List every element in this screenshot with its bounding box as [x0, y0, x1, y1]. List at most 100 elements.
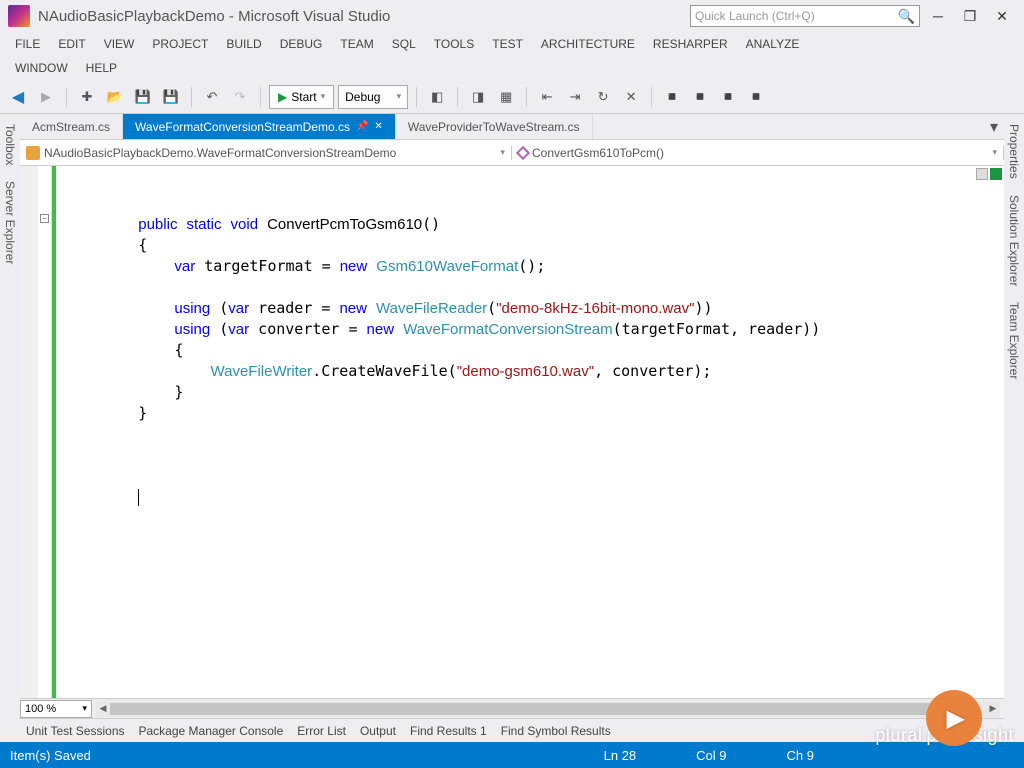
solution-explorer-tab[interactable]: Solution Explorer: [1005, 189, 1023, 292]
config-dropdown[interactable]: Debug ▾: [338, 85, 408, 109]
menu-tools[interactable]: TOOLS: [425, 35, 483, 53]
status-message: Item(s) Saved: [10, 748, 91, 763]
zoom-value: 100 %: [25, 703, 56, 715]
text-cursor: [138, 489, 139, 506]
properties-tab[interactable]: Properties: [1005, 118, 1023, 185]
error-list-tab[interactable]: Error List: [297, 724, 346, 738]
find-results-tab[interactable]: Find Results 1: [410, 724, 487, 738]
code-area[interactable]: public static void ConvertPcmToGsm610() …: [56, 166, 1004, 698]
separator: [651, 87, 652, 107]
menu-file[interactable]: FILE: [6, 35, 49, 53]
output-tab[interactable]: Output: [360, 724, 396, 738]
scope-dropdown[interactable]: NAudioBasicPlaybackDemo.WaveFormatConver…: [20, 146, 512, 160]
pin-icon[interactable]: 📌: [356, 121, 368, 132]
menu-sql[interactable]: SQL: [383, 35, 425, 53]
server-explorer-tab[interactable]: Server Explorer: [1, 175, 19, 270]
chevron-down-icon: ▾: [321, 91, 326, 102]
status-ch: Ch 9: [787, 748, 814, 763]
chevron-down-icon: ▾: [82, 703, 87, 714]
close-button[interactable]: ✕: [988, 5, 1016, 27]
menu-window[interactable]: WINDOW: [6, 59, 77, 77]
bookmark-icon[interactable]: ◾: [660, 85, 684, 109]
start-label: Start: [291, 90, 316, 104]
toolbox-tab[interactable]: Toolbox: [1, 118, 19, 171]
status-line: Ln 28: [604, 748, 637, 763]
separator: [457, 87, 458, 107]
vs-logo-icon: [8, 5, 30, 27]
left-side-tabs: Toolbox Server Explorer: [0, 114, 20, 742]
menu-edit[interactable]: EDIT: [49, 35, 94, 53]
zoom-dropdown[interactable]: 100 % ▾: [20, 700, 92, 718]
menu-view[interactable]: VIEW: [95, 35, 144, 53]
menu-test[interactable]: TEST: [483, 35, 532, 53]
tab-overflow-button[interactable]: ▾: [984, 114, 1004, 139]
health-indicator[interactable]: [990, 168, 1002, 180]
tab-waveformatconversion[interactable]: WaveFormatConversionStreamDemo.cs 📌 ✕: [123, 114, 396, 139]
collapse-toggle[interactable]: −: [40, 214, 49, 223]
menu-team[interactable]: TEAM: [331, 35, 382, 53]
tab-acmstream[interactable]: AcmStream.cs: [20, 114, 123, 139]
package-manager-tab[interactable]: Package Manager Console: [139, 724, 284, 738]
code-editor[interactable]: − public static void ConvertPcmToGsm610(…: [20, 166, 1004, 698]
horizontal-scrollbar[interactable]: ◀ ▶: [96, 701, 1000, 717]
member-dropdown[interactable]: ConvertGsm610ToPcm() ▾: [512, 146, 1004, 160]
menu-architecture[interactable]: ARCHITECTURE: [532, 35, 644, 53]
outline-margin[interactable]: −: [38, 166, 52, 698]
find-symbol-tab[interactable]: Find Symbol Results: [501, 724, 611, 738]
close-icon[interactable]: ✕: [374, 121, 382, 132]
split-handle[interactable]: [976, 168, 988, 180]
restore-button[interactable]: ❐: [956, 5, 984, 27]
status-bar: Item(s) Saved Ln 28 Col 9 Ch 9: [0, 742, 1024, 768]
method-icon: [516, 145, 530, 159]
chevron-down-icon: ▾: [397, 91, 402, 102]
comment-icon[interactable]: ⇤: [535, 85, 559, 109]
save-all-icon[interactable]: 💾: [159, 85, 183, 109]
nav-back-button[interactable]: ◀: [6, 85, 30, 109]
scroll-thumb[interactable]: [110, 703, 930, 715]
tab-label: AcmStream.cs: [32, 120, 110, 134]
uncomment-icon[interactable]: ⇥: [563, 85, 587, 109]
tool-icon[interactable]: ▦: [494, 85, 518, 109]
tab-waveprovider[interactable]: WaveProviderToWaveStream.cs: [396, 114, 593, 139]
undo-icon[interactable]: ↶: [200, 85, 224, 109]
tool-icon[interactable]: ◾: [716, 85, 740, 109]
scope-text: NAudioBasicPlaybackDemo.WaveFormatConver…: [44, 146, 496, 160]
unit-test-tab[interactable]: Unit Test Sessions: [26, 724, 125, 738]
breakpoint-margin[interactable]: [20, 166, 38, 698]
save-icon[interactable]: 💾: [131, 85, 155, 109]
config-label: Debug: [345, 90, 380, 104]
menu-debug[interactable]: DEBUG: [271, 35, 332, 53]
tool-icon[interactable]: ✕: [619, 85, 643, 109]
menu-project[interactable]: PROJECT: [143, 35, 217, 53]
chevron-down-icon: ▾: [500, 147, 505, 158]
document-tabs: AcmStream.cs WaveFormatConversionStreamD…: [20, 114, 1004, 140]
menu-build[interactable]: BUILD: [217, 35, 270, 53]
tool-icon[interactable]: ↻: [591, 85, 615, 109]
start-button[interactable]: ▶ Start ▾: [269, 85, 334, 109]
chevron-down-icon: ▾: [992, 147, 997, 158]
editor-column: AcmStream.cs WaveFormatConversionStreamD…: [20, 114, 1004, 742]
open-icon[interactable]: 📂: [103, 85, 127, 109]
nav-fwd-button[interactable]: ▶: [34, 85, 58, 109]
tab-label: WaveFormatConversionStreamDemo.cs: [135, 120, 350, 134]
status-col: Col 9: [696, 748, 726, 763]
redo-icon[interactable]: ↷: [228, 85, 252, 109]
menu-resharper[interactable]: RESHARPER: [644, 35, 737, 53]
bottom-tool-tabs: Unit Test Sessions Package Manager Conso…: [20, 718, 1004, 742]
scroll-left-button[interactable]: ◀: [96, 701, 110, 717]
menu-help[interactable]: HELP: [77, 59, 126, 77]
new-project-icon[interactable]: ✚: [75, 85, 99, 109]
member-text: ConvertGsm610ToPcm(): [532, 146, 988, 160]
quick-launch-input[interactable]: Quick Launch (Ctrl+Q) 🔍: [690, 5, 920, 27]
team-explorer-tab[interactable]: Team Explorer: [1005, 296, 1023, 385]
play-icon: ▶: [278, 90, 287, 104]
tool-icon[interactable]: ◾: [744, 85, 768, 109]
title-bar: NAudioBasicPlaybackDemo - Microsoft Visu…: [0, 0, 1024, 32]
tab-label: WaveProviderToWaveStream.cs: [408, 120, 580, 134]
tool-icon[interactable]: ◨: [466, 85, 490, 109]
separator: [526, 87, 527, 107]
minimize-button[interactable]: ─: [924, 5, 952, 27]
menu-analyze[interactable]: ANALYZE: [737, 35, 809, 53]
tool-icon[interactable]: ◧: [425, 85, 449, 109]
tool-icon[interactable]: ◾: [688, 85, 712, 109]
